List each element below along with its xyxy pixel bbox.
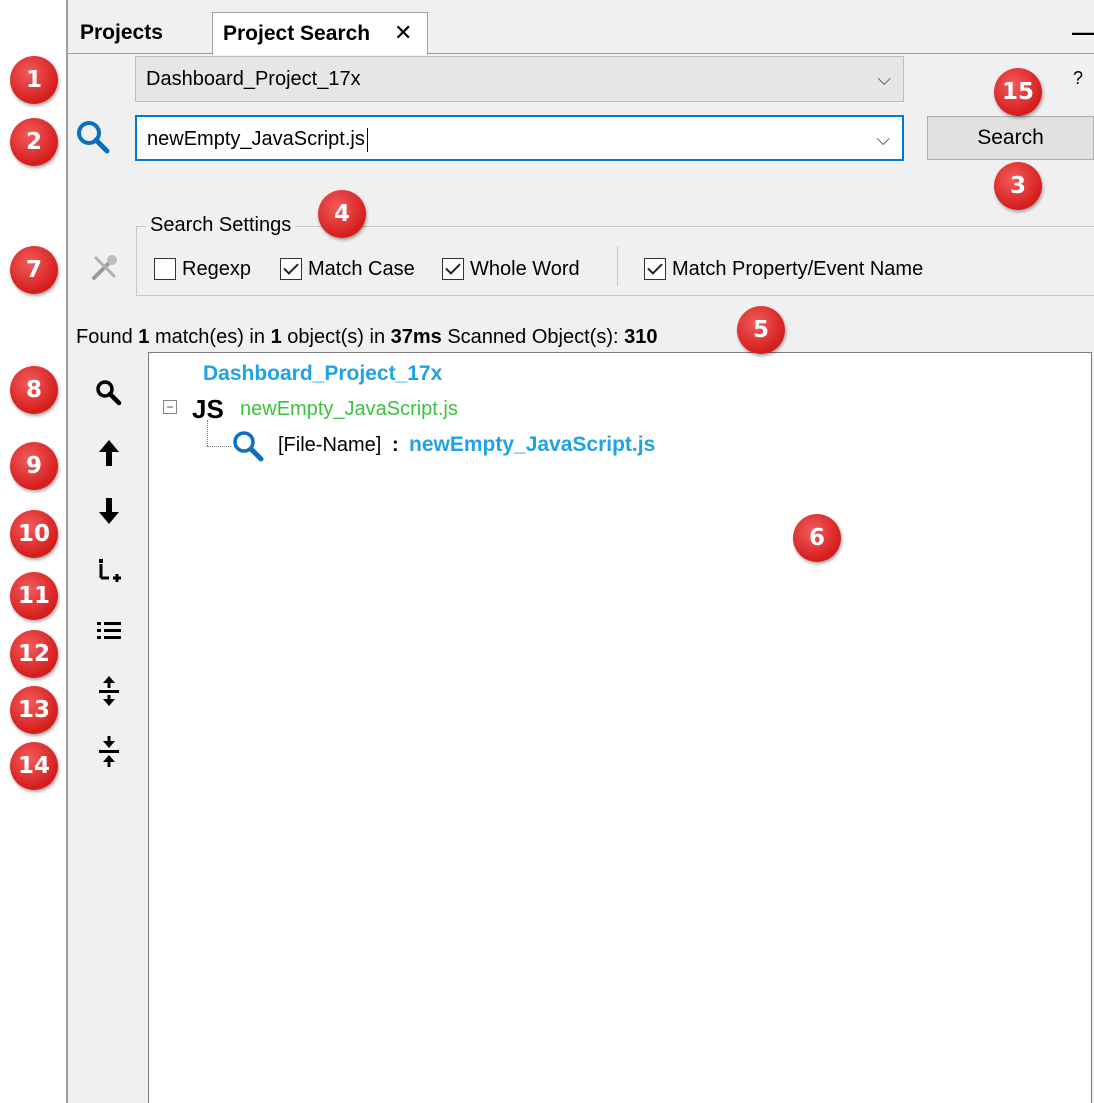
match-search-icon	[233, 431, 264, 462]
match-kind-label[interactable]: [File-Name]	[278, 434, 381, 457]
annotation-badge: 9	[10, 442, 58, 490]
expand-tree-icon[interactable]	[92, 554, 126, 588]
status-scanned-text: Scanned Object(s):	[447, 326, 619, 348]
help-button[interactable]: ?	[1073, 68, 1083, 89]
search-button[interactable]: Search	[927, 116, 1094, 160]
annotation-badge: 13	[10, 686, 58, 734]
annotation-badge: 11	[10, 572, 58, 620]
annotation-badge: 14	[10, 742, 58, 790]
regexp-label: Regexp	[182, 258, 251, 280]
annotation-badge: 3	[994, 162, 1042, 210]
collapse-all-icon[interactable]	[92, 734, 126, 768]
whole-word-checkbox[interactable]: Whole Word	[442, 256, 580, 282]
project-select-value: Dashboard_Project_17x	[146, 68, 361, 90]
status-found: Found	[76, 326, 133, 348]
text-caret	[366, 127, 368, 152]
expand-all-icon[interactable]	[92, 674, 126, 708]
tree-connector	[207, 446, 231, 447]
settings-tools-icon[interactable]	[88, 252, 120, 284]
match-case-label: Match Case	[308, 258, 415, 280]
match-separator: :	[392, 434, 399, 456]
match-property-label: Match Property/Event Name	[672, 258, 924, 280]
search-history-chevron-icon[interactable]: ⌵	[876, 117, 890, 161]
status-scanned-count: 310	[624, 326, 658, 348]
match-property-checkbox[interactable]: Match Property/Event Name	[644, 256, 923, 282]
match-case-checkbox[interactable]: Match Case	[280, 256, 415, 282]
status-match-text: match(es) in	[154, 326, 265, 348]
tab-project-search-label: Project Search	[223, 22, 371, 45]
annotation-badge: 6	[793, 514, 841, 562]
status-match-count: 1	[138, 326, 150, 348]
search-field-icon	[77, 121, 110, 154]
tree-file-node[interactable]: newEmpty_JavaScript.js	[240, 398, 458, 421]
match-property-checkbox-box[interactable]	[644, 258, 666, 280]
annotation-badge: 12	[10, 630, 58, 678]
status-object-text: object(s) in	[287, 326, 386, 348]
search-status: Found 1 match(es) in 1 object(s) in 37ms…	[76, 326, 657, 349]
status-object-count: 1	[270, 326, 282, 348]
chevron-down-icon[interactable]: ⌵	[877, 57, 891, 101]
regexp-checkbox-box[interactable]	[154, 258, 176, 280]
minimize-button[interactable]: —	[1072, 20, 1094, 46]
tab-close-icon[interactable]: ✕	[394, 12, 412, 54]
tab-projects[interactable]: Projects	[68, 12, 212, 54]
annotation-badge: 8	[10, 366, 58, 414]
tree-collapse-toggle-icon[interactable]: −	[163, 400, 177, 414]
find-icon[interactable]	[92, 376, 126, 410]
tree-root-project[interactable]: Dashboard_Project_17x	[203, 362, 442, 386]
search-settings-title: Search Settings	[146, 214, 296, 237]
settings-separator	[617, 246, 618, 286]
project-select[interactable]: Dashboard_Project_17x ⌵	[135, 56, 904, 102]
panel-border	[66, 0, 68, 1103]
annotation-badge: 5	[737, 306, 785, 354]
search-input-value: newEmpty_JavaScript.js	[147, 128, 365, 150]
previous-match-arrow-up-icon[interactable]	[92, 436, 126, 470]
list-icon[interactable]	[92, 614, 126, 648]
tree-connector	[207, 420, 208, 446]
annotation-badge: 10	[10, 510, 58, 558]
whole-word-label: Whole Word	[470, 258, 580, 280]
annotation-badge: 1	[10, 56, 58, 104]
results-tree[interactable]	[148, 352, 1092, 1103]
search-input[interactable]: newEmpty_JavaScript.js ⌵	[135, 115, 904, 161]
match-case-checkbox-box[interactable]	[280, 258, 302, 280]
regexp-checkbox[interactable]: Regexp	[154, 256, 251, 282]
annotation-badge: 2	[10, 118, 58, 166]
status-time: 37ms	[390, 326, 442, 348]
next-match-arrow-down-icon[interactable]	[92, 494, 126, 528]
match-value[interactable]: newEmpty_JavaScript.js	[409, 433, 655, 457]
annotation-badge: 15	[994, 68, 1042, 116]
annotation-badge: 7	[10, 246, 58, 294]
annotation-badge: 4	[318, 190, 366, 238]
whole-word-checkbox-box[interactable]	[442, 258, 464, 280]
